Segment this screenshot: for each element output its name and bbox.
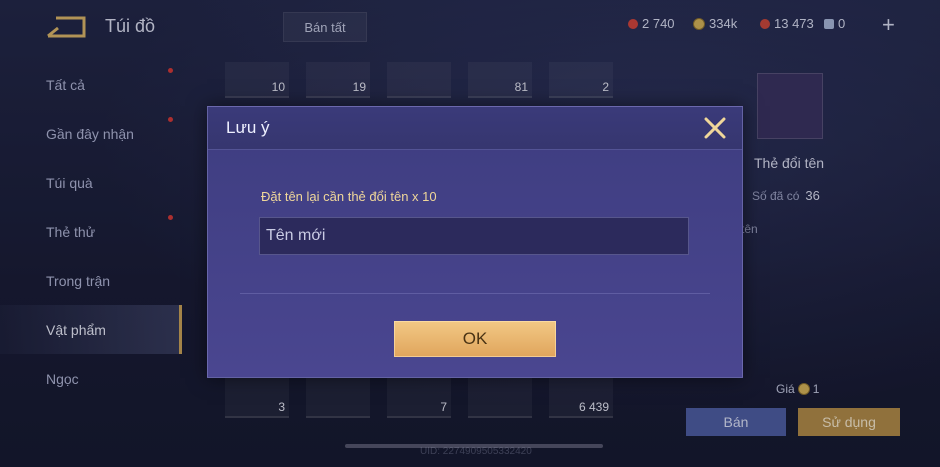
ok-button[interactable]: OK [394,321,556,357]
dialog-message: Đặt tên lại cần thẻ đổi tên x 10 [261,189,437,204]
new-name-input[interactable] [259,217,689,255]
dialog-title: Lưu ý [226,118,270,137]
dialog-header: Lưu ý [208,107,742,150]
close-icon[interactable] [702,115,728,141]
rename-dialog: Lưu ý Đặt tên lại cần thẻ đổi tên x 10 O… [207,106,743,378]
divider [240,293,710,294]
